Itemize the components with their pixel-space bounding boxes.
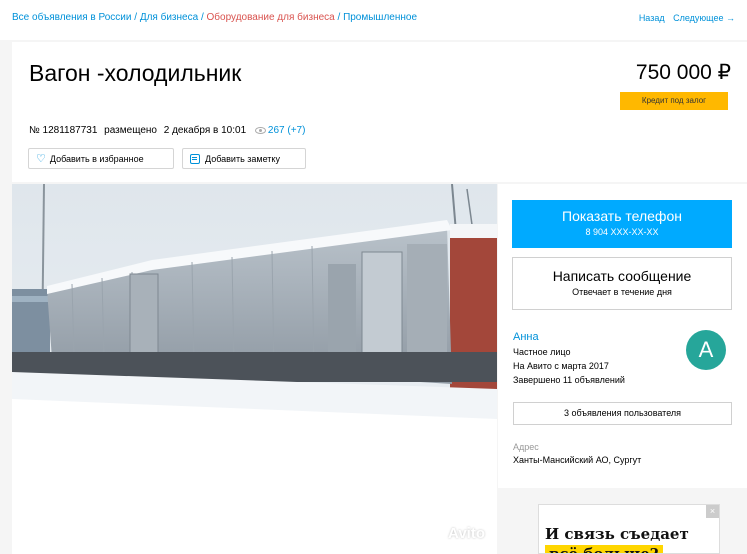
listing-navigation: Назад Следующее →	[633, 13, 735, 23]
address-label: Адрес	[513, 442, 539, 452]
close-icon[interactable]: ×	[706, 505, 719, 518]
listing-meta: № 1281187731 размещено 2 декабря в 10:01…	[29, 125, 305, 136]
listing-price: 750 000 ₽	[635, 61, 731, 84]
note-label: Добавить заметку	[205, 153, 280, 164]
show-phone-button[interactable]: Показать телефон 8 904 XXX-XX-XX	[512, 200, 732, 248]
seller-ads-button[interactable]: 3 объявления пользователя	[513, 402, 732, 425]
listing-number: № 1281187731	[29, 125, 98, 136]
breadcrumb-item-business-equipment[interactable]: Оборудование для бизнеса	[207, 12, 335, 23]
top-bar: Все объявления в России / Для бизнеса / …	[0, 0, 747, 40]
posted-word: размещено	[104, 125, 157, 136]
heart-icon: ♡	[36, 153, 46, 165]
favorites-label: Добавить в избранное	[49, 153, 144, 164]
address-value: Ханты-Мансийский АО, Сургут	[513, 455, 642, 465]
eye-icon	[254, 126, 266, 134]
watermark-text: Avito	[448, 525, 485, 542]
seller-type: Частное лицо	[513, 347, 571, 357]
posted-date: 2 декабря в 10:01	[163, 125, 247, 136]
ad-banner[interactable]: × И связь съедает всё больше?	[538, 504, 720, 554]
add-note-button[interactable]: Добавить заметку	[182, 148, 306, 169]
breadcrumb-separator: /	[131, 12, 140, 23]
ad-headline: И связь съедает	[545, 525, 689, 543]
add-to-favorites-button[interactable]: ♡ Добавить в избранное	[28, 148, 174, 169]
views-count: 267 (+7)	[267, 125, 306, 136]
views-counter[interactable]: 267 (+7)	[254, 125, 306, 136]
show-phone-label: Показать телефон	[562, 208, 682, 224]
seller-completed: Завершено 11 объявлений	[513, 375, 625, 385]
contact-panel: Показать телефон 8 904 XXX-XX-XX Написат…	[498, 184, 747, 488]
breadcrumb-item-industrial[interactable]: Промышленное	[343, 12, 417, 23]
note-icon	[190, 153, 200, 164]
seller-name[interactable]: Анна	[513, 331, 539, 343]
write-message-label: Написать сообщение	[552, 268, 692, 284]
seller-since: На Авито с марта 2017	[513, 361, 609, 371]
listing-photo[interactable]: Avito	[12, 184, 497, 554]
write-message-button[interactable]: Написать сообщение Отвечает в течение дн…	[512, 257, 732, 310]
breadcrumb-item-for-business[interactable]: Для бизнеса	[140, 12, 198, 23]
next-link[interactable]: Следующее →	[673, 13, 735, 23]
ad-highlight: всё больше?	[545, 545, 663, 553]
photo-watermark: Avito	[428, 525, 485, 542]
listing-header: Вагон -холодильник 750 000 ₽ Кредит под …	[12, 42, 747, 182]
breadcrumb: Все объявления в России / Для бизнеса / …	[12, 12, 417, 23]
breadcrumb-item-all-russia[interactable]: Все объявления в России	[12, 12, 131, 23]
avatar[interactable]: A	[686, 330, 726, 370]
breadcrumb-separator: /	[198, 12, 207, 23]
listing-title: Вагон -холодильник	[29, 60, 242, 86]
breadcrumb-separator: /	[334, 12, 344, 23]
photo-illustration	[12, 184, 497, 554]
avito-logo-icon	[428, 526, 444, 541]
back-link[interactable]: Назад	[639, 13, 665, 23]
response-time: Отвечает в течение дня	[572, 287, 672, 297]
phone-masked: 8 904 XXX-XX-XX	[585, 227, 659, 237]
credit-badge[interactable]: Кредит под залог	[620, 92, 728, 110]
